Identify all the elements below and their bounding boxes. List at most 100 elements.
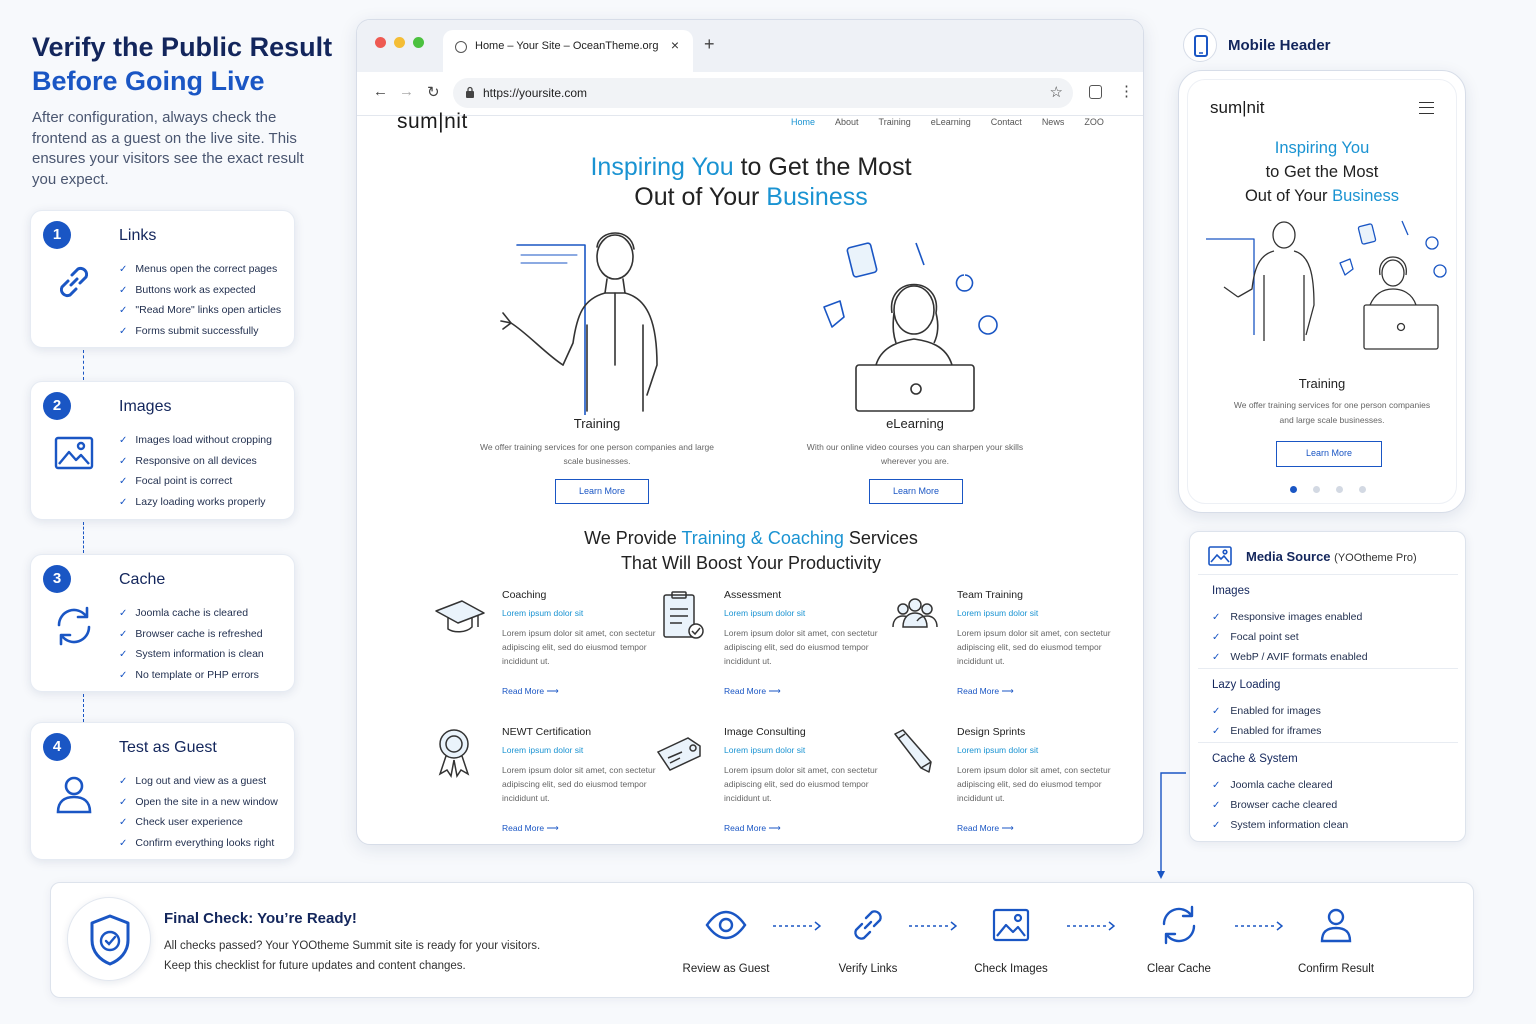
nav-item-news[interactable]: News bbox=[1042, 117, 1065, 127]
carousel-dot[interactable] bbox=[1313, 486, 1320, 493]
service-title: NEWT Certification bbox=[502, 726, 592, 738]
read-more-link[interactable]: Read More ⟶ bbox=[957, 823, 1014, 834]
media-section-lazy-loading: Lazy Loading Enabled for images Enabled … bbox=[1198, 668, 1458, 742]
read-more-label: Read More bbox=[724, 686, 767, 696]
mobile-learn-more-button[interactable]: Learn More bbox=[1276, 441, 1382, 467]
step-clear-cache: Clear Cache bbox=[1114, 903, 1244, 975]
connector-line bbox=[83, 350, 84, 380]
nav-item-contact[interactable]: Contact bbox=[991, 117, 1022, 127]
reload-icon[interactable]: ↻ bbox=[427, 83, 440, 101]
learn-more-button-training[interactable]: Learn More bbox=[555, 479, 649, 504]
site-navigation: Home About Training eLearning Contact Ne… bbox=[791, 117, 1124, 127]
step-label: Clear Cache bbox=[1147, 963, 1211, 975]
pencil-icon bbox=[894, 729, 932, 773]
check-item: Open the site in a new window bbox=[119, 792, 277, 813]
nav-item-about[interactable]: About bbox=[835, 117, 859, 127]
card-title: Links bbox=[119, 227, 157, 244]
close-window-button[interactable] bbox=[375, 37, 386, 48]
check-item: Focal point set bbox=[1212, 627, 1368, 647]
user-icon bbox=[56, 776, 92, 814]
read-more-link[interactable]: Read More ⟶ bbox=[724, 823, 781, 834]
read-more-link[interactable]: Read More ⟶ bbox=[724, 686, 781, 697]
service-subtitle: Lorem ipsum dolor sit bbox=[502, 608, 584, 618]
service-title: Coaching bbox=[502, 589, 547, 601]
learn-more-button-elearning[interactable]: Learn More bbox=[869, 479, 963, 504]
site-logo[interactable]: sum|nit bbox=[397, 110, 468, 134]
check-list: Joomla cache is cleared Browser cache is… bbox=[119, 603, 264, 685]
final-check-bar: Final Check: You’re Ready! All checks pa… bbox=[50, 882, 1474, 998]
card-title: Test as Guest bbox=[119, 739, 217, 756]
maximize-window-button[interactable] bbox=[413, 37, 424, 48]
extension-icon[interactable] bbox=[1089, 85, 1102, 99]
check-item: Images load without cropping bbox=[119, 430, 272, 451]
carousel-dot[interactable] bbox=[1359, 486, 1366, 493]
title-line-2: Before Going Live bbox=[32, 66, 265, 96]
nav-item-elearning[interactable]: eLearning bbox=[931, 117, 971, 127]
service-body: Lorem ipsum dolor sit amet, con sectetur… bbox=[502, 765, 656, 803]
check-item: Menus open the correct pages bbox=[119, 259, 281, 280]
media-source-panel: Media Source (YOOtheme Pro) Images Respo… bbox=[1189, 531, 1466, 842]
nav-item-zoo[interactable]: ZOO bbox=[1084, 117, 1104, 127]
step-label: Verify Links bbox=[838, 963, 898, 975]
forward-arrow-icon[interactable]: → bbox=[399, 83, 414, 100]
shield-badge bbox=[67, 897, 151, 981]
back-arrow-icon[interactable]: ← bbox=[373, 83, 388, 100]
services-text: That Will Boost Your Productivity bbox=[620, 552, 882, 573]
mobile-feature-desc: We offer training services for one perso… bbox=[1233, 400, 1431, 425]
step-confirm-result: Confirm Result bbox=[1271, 903, 1401, 975]
step-check-images: Check Images bbox=[946, 903, 1076, 975]
elearning-woman-illustration bbox=[823, 242, 998, 412]
checklist-card-guest: 4 Test as Guest Log out and view as a gu… bbox=[30, 722, 295, 860]
read-more-label: Read More bbox=[724, 823, 767, 833]
page-title: Verify the Public Result Before Going Li… bbox=[32, 30, 332, 98]
section-title: Lazy Loading bbox=[1212, 679, 1281, 691]
check-item: "Read More" links open articles bbox=[119, 300, 281, 321]
carousel-dot-active[interactable] bbox=[1290, 486, 1297, 493]
new-tab-button[interactable]: + bbox=[704, 34, 715, 55]
check-item: Buttons work as expected bbox=[119, 280, 281, 301]
check-item: System information is clean bbox=[119, 644, 263, 665]
feature-title-elearning: eLearning bbox=[886, 416, 944, 431]
card-title: Cache bbox=[119, 571, 166, 588]
carousel-dot[interactable] bbox=[1336, 486, 1343, 493]
mobile-site-logo[interactable]: sum|nit bbox=[1210, 98, 1265, 118]
mobile-screen: sum|nit Inspiring You to Get the Most Ou… bbox=[1187, 79, 1457, 504]
nav-item-training[interactable]: Training bbox=[879, 117, 911, 127]
services-heading: We Provide Training & Coaching Services … bbox=[357, 526, 1143, 575]
service-subtitle: Lorem ipsum dolor sit bbox=[724, 745, 806, 755]
refresh-icon bbox=[57, 606, 91, 646]
check-item: Browser cache is refreshed bbox=[119, 624, 264, 645]
hero-text: to Get the Most bbox=[733, 153, 912, 181]
read-more-link[interactable]: Read More ⟶ bbox=[957, 686, 1014, 697]
check-item: Confirm everything looks right bbox=[119, 833, 278, 854]
arrow-right-icon: ⟶ bbox=[1001, 686, 1014, 696]
link-icon bbox=[854, 910, 882, 940]
section-title: Images bbox=[1212, 585, 1250, 597]
user-icon bbox=[1320, 908, 1352, 943]
close-tab-icon[interactable]: × bbox=[671, 37, 679, 53]
service-title: Image Consulting bbox=[724, 726, 806, 738]
service-body: Lorem ipsum dolor sit amet, con sectetur… bbox=[724, 765, 878, 803]
hero-accent: Inspiring You bbox=[590, 153, 734, 181]
browser-tab[interactable]: Home – Your Site – OceanTheme.org × bbox=[443, 30, 693, 72]
browser-menu-icon[interactable]: ⋮ bbox=[1119, 82, 1134, 100]
read-more-link[interactable]: Read More ⟶ bbox=[502, 686, 559, 697]
url-field[interactable]: https://yoursite.com ☆ bbox=[453, 78, 1073, 108]
read-more-link[interactable]: Read More ⟶ bbox=[502, 823, 559, 834]
services-text: We Provide bbox=[584, 528, 682, 548]
nav-item-home[interactable]: Home bbox=[791, 117, 815, 127]
tag-icon bbox=[656, 737, 701, 771]
bookmark-star-icon[interactable]: ☆ bbox=[1050, 83, 1063, 101]
team-icon bbox=[892, 598, 938, 628]
check-item: WebP / AVIF formats enabled bbox=[1212, 647, 1367, 667]
training-man-illustration bbox=[500, 232, 658, 415]
check-item: Log out and view as a guest bbox=[119, 771, 278, 792]
minimize-window-button[interactable] bbox=[394, 37, 405, 48]
browser-window: Home – Your Site – OceanTheme.org × + ← … bbox=[356, 19, 1144, 845]
media-subtitle-text: (YOOtheme Pro) bbox=[1334, 552, 1417, 564]
hamburger-menu-icon[interactable] bbox=[1419, 102, 1434, 114]
image-icon bbox=[54, 436, 94, 470]
hero-accent: Business bbox=[766, 183, 868, 211]
read-more-label: Read More bbox=[957, 823, 1000, 833]
services-accent: Training & Coaching bbox=[681, 528, 844, 548]
